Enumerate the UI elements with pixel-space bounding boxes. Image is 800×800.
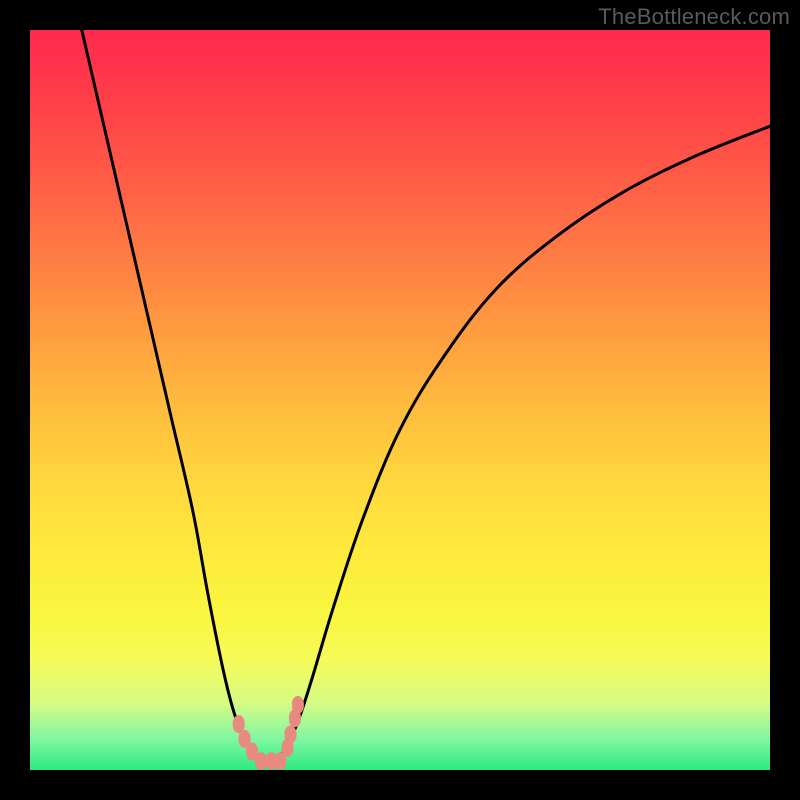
watermark-text: TheBottleneck.com xyxy=(598,4,790,30)
valley-marker xyxy=(255,752,267,770)
plot-area xyxy=(30,30,770,770)
outer-frame: TheBottleneck.com xyxy=(0,0,800,800)
chart-svg xyxy=(30,30,770,770)
valley-marker xyxy=(292,696,304,714)
curve-left-branch xyxy=(82,30,256,755)
curve-right-branch xyxy=(282,126,770,755)
valley-marker xyxy=(284,725,296,743)
valley-markers xyxy=(233,696,304,770)
